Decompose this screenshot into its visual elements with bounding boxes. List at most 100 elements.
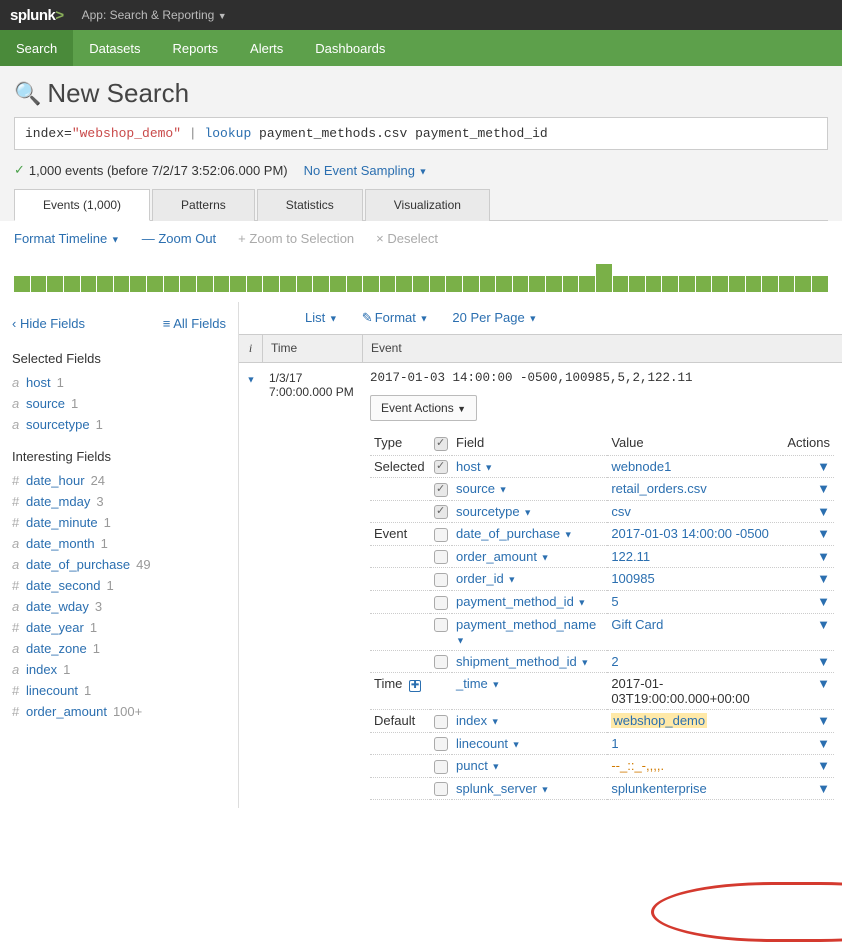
actions-chevron[interactable]: ▼ <box>817 481 830 496</box>
field-date_month[interactable]: adate_month1 <box>12 533 226 554</box>
list-menu[interactable]: List ▼ <box>305 310 338 326</box>
actions-chevron[interactable]: ▼ <box>817 549 830 564</box>
field-date_hour[interactable]: #date_hour24 <box>12 470 226 491</box>
actions-chevron[interactable]: ▼ <box>817 736 830 751</box>
perpage-menu[interactable]: 20 Per Page ▼ <box>452 310 537 326</box>
field-date_mday[interactable]: #date_mday3 <box>12 491 226 512</box>
field-link[interactable]: source ▼ <box>456 481 508 496</box>
actions-chevron[interactable]: ▼ <box>817 676 830 691</box>
field-link[interactable]: payment_method_id ▼ <box>456 594 586 609</box>
field-checkbox[interactable] <box>434 596 448 610</box>
field-checkbox[interactable] <box>434 460 448 474</box>
event-actions-button[interactable]: Event Actions ▼ <box>370 395 477 421</box>
actions-chevron[interactable]: ▼ <box>817 617 830 632</box>
nav-search[interactable]: Search <box>0 30 73 66</box>
field-row: Selectedhost ▼webnode1▼ <box>370 455 834 478</box>
field-date_of_purchase[interactable]: adate_of_purchase49 <box>12 554 226 575</box>
field-checkbox[interactable] <box>434 528 448 542</box>
col-event: Event <box>363 335 842 362</box>
field-checkbox[interactable] <box>434 715 448 729</box>
field-host[interactable]: ahost1 <box>12 372 226 393</box>
field-date_minute[interactable]: #date_minute1 <box>12 512 226 533</box>
search-input[interactable]: index="webshop_demo" | lookup payment_me… <box>14 117 828 150</box>
field-value[interactable]: 2017-01-03 14:00:00 -0500 <box>611 526 769 541</box>
field-date_zone[interactable]: adate_zone1 <box>12 638 226 659</box>
field-index[interactable]: aindex1 <box>12 659 226 680</box>
field-link[interactable]: shipment_method_id ▼ <box>456 654 589 669</box>
field-value[interactable]: webnode1 <box>611 459 671 474</box>
fields-sidebar: ‹ Hide Fields ≡ All Fields Selected Fiel… <box>0 302 238 808</box>
all-fields[interactable]: ≡ All Fields <box>163 316 226 331</box>
nav-alerts[interactable]: Alerts <box>234 30 299 66</box>
field-link[interactable]: order_id ▼ <box>456 571 516 586</box>
tab-patterns[interactable]: Patterns <box>152 189 255 221</box>
field-link[interactable]: _time ▼ <box>456 676 500 691</box>
col-time[interactable]: Time <box>263 335 363 362</box>
field-date_year[interactable]: #date_year1 <box>12 617 226 638</box>
field-value[interactable]: 100985 <box>611 571 654 586</box>
format-timeline[interactable]: Format Timeline ▼ <box>14 231 120 246</box>
field-link[interactable]: host ▼ <box>456 459 493 474</box>
tab-visualization[interactable]: Visualization <box>365 189 490 221</box>
nav-reports[interactable]: Reports <box>157 30 235 66</box>
field-date_wday[interactable]: adate_wday3 <box>12 596 226 617</box>
field-link[interactable]: date_of_purchase ▼ <box>456 526 573 541</box>
field-link[interactable]: linecount ▼ <box>456 736 521 751</box>
hide-fields[interactable]: ‹ Hide Fields <box>12 316 85 331</box>
app-menu[interactable]: App: Search & Reporting ▼ <box>82 8 227 22</box>
field-date_second[interactable]: #date_second1 <box>12 575 226 596</box>
field-linecount[interactable]: #linecount1 <box>12 680 226 701</box>
field-checkbox[interactable] <box>434 618 448 632</box>
actions-chevron[interactable]: ▼ <box>817 526 830 541</box>
actions-chevron[interactable]: ▼ <box>817 459 830 474</box>
tab-statistics[interactable]: Statistics <box>257 189 363 221</box>
tab-events[interactable]: Events (1,000) <box>14 189 150 221</box>
field-checkbox[interactable] <box>434 483 448 497</box>
field-value[interactable]: 1 <box>611 736 618 751</box>
expand-chevron[interactable]: ▼ <box>239 371 263 800</box>
timeline-chart[interactable] <box>0 256 842 302</box>
field-value[interactable]: --_::_-,,,,. <box>611 758 664 773</box>
field-checkbox[interactable] <box>434 737 448 751</box>
actions-chevron[interactable]: ▼ <box>817 758 830 773</box>
actions-chevron[interactable]: ▼ <box>817 504 830 519</box>
field-checkbox[interactable] <box>434 573 448 587</box>
field-checkbox[interactable] <box>434 505 448 519</box>
field-link[interactable]: splunk_server ▼ <box>456 781 549 796</box>
actions-chevron[interactable]: ▼ <box>817 594 830 609</box>
field-value[interactable]: 2017-01-03T19:00:00.000+00:00 <box>611 676 749 706</box>
nav-datasets[interactable]: Datasets <box>73 30 156 66</box>
field-sourcetype[interactable]: asourcetype1 <box>12 414 226 435</box>
time-add-icon[interactable]: ✚ <box>409 680 421 692</box>
field-value[interactable]: Gift Card <box>611 617 663 632</box>
field-value[interactable]: retail_orders.csv <box>611 481 706 496</box>
field-link[interactable]: order_amount ▼ <box>456 549 549 564</box>
field-value[interactable]: 5 <box>611 594 618 609</box>
field-value[interactable]: 2 <box>611 654 618 669</box>
actions-chevron[interactable]: ▼ <box>817 781 830 796</box>
field-link[interactable]: sourcetype ▼ <box>456 504 532 519</box>
field-value[interactable]: csv <box>611 504 631 519</box>
field-link[interactable]: payment_method_name ▼ <box>456 617 596 647</box>
actions-chevron[interactable]: ▼ <box>817 713 830 728</box>
field-link[interactable]: punct ▼ <box>456 758 500 773</box>
field-value[interactable]: 122.11 <box>611 549 650 564</box>
format-menu[interactable]: ✎Format ▼ <box>362 310 429 326</box>
field-source[interactable]: asource1 <box>12 393 226 414</box>
actions-chevron[interactable]: ▼ <box>817 654 830 669</box>
field-checkbox[interactable] <box>434 782 448 796</box>
field-link[interactable]: index ▼ <box>456 713 500 728</box>
field-value[interactable]: splunkenterprise <box>611 781 706 796</box>
field-order_amount[interactable]: #order_amount100+ <box>12 701 226 722</box>
field-row: Defaultindex ▼webshop_demo▼ <box>370 710 834 733</box>
sampling-menu[interactable]: No Event Sampling ▼ <box>304 163 428 178</box>
raw-event[interactable]: 2017-01-03 14:00:00 -0500,100985,5,2,122… <box>370 371 834 385</box>
field-checkbox[interactable] <box>434 760 448 774</box>
nav-dashboards[interactable]: Dashboards <box>299 30 401 66</box>
field-checkbox[interactable] <box>434 550 448 564</box>
zoom-out[interactable]: — Zoom Out <box>142 231 216 246</box>
field-checkbox[interactable] <box>434 655 448 669</box>
deselect: × Deselect <box>376 231 438 246</box>
actions-chevron[interactable]: ▼ <box>817 571 830 586</box>
field-value[interactable]: webshop_demo <box>611 713 707 728</box>
